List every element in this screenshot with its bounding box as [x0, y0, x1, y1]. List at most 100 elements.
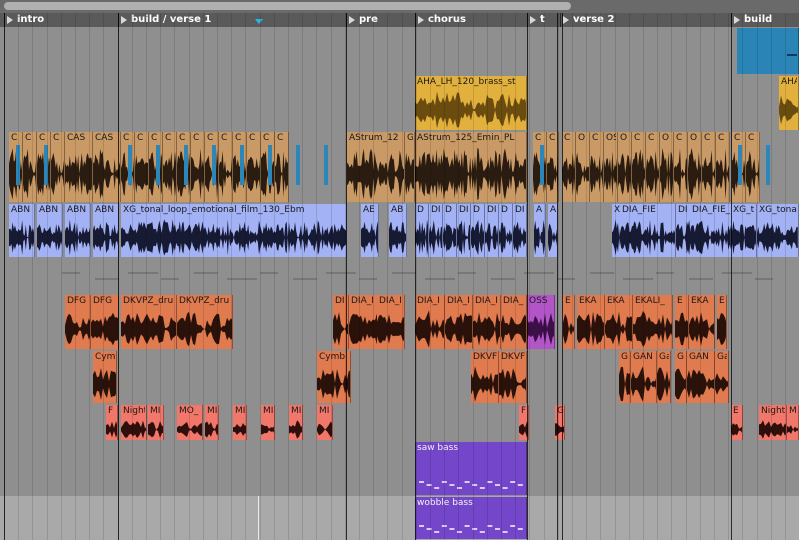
- audio-clip[interactable]: ABN: [93, 204, 119, 257]
- track-lane[interactable]: [0, 27, 799, 76]
- audio-clip[interactable]: AStrum_125_Emin_PL: [415, 132, 527, 202]
- clip-name: saw bass: [417, 443, 459, 453]
- audio-clip[interactable]: AB: [389, 204, 407, 257]
- audio-clip[interactable]: DKVF: [471, 351, 499, 403]
- track-lane[interactable]: [0, 258, 799, 295]
- audio-clip[interactable]: DFG: [91, 295, 119, 349]
- grid-line: [89, 13, 90, 540]
- waveform: [93, 221, 118, 254]
- audio-clip[interactable]: E: [717, 295, 727, 349]
- locator-bar[interactable]: intro build / verse 1 pre chorus t verse 2 bui…: [0, 13, 799, 28]
- audio-clip[interactable]: wobble bass: [415, 497, 527, 539]
- audio-clip[interactable]: AE: [361, 204, 379, 257]
- midi-note: [517, 528, 523, 530]
- locator-build-verse-1[interactable]: build / verse 1: [118, 13, 359, 27]
- locator-verse-2[interactable]: verse 2: [560, 13, 744, 27]
- audio-clip[interactable]: MO_: [177, 405, 203, 440]
- audio-clip[interactable]: MI: [148, 405, 164, 440]
- waveform-shape: [65, 313, 90, 345]
- track-lane[interactable]: CCCCCASCASCCCCCCCCCCCCAStrum_12GAStrum_1…: [0, 131, 799, 204]
- audio-clip[interactable]: DIA_I: [445, 295, 473, 349]
- waveform-shape: [177, 311, 232, 347]
- audio-clip[interactable]: MI: [289, 405, 303, 440]
- audio-clip[interactable]: saw bass: [415, 442, 527, 495]
- audio-clip[interactable]: Ga: [715, 351, 729, 403]
- audio-clip[interactable]: M: [787, 405, 799, 440]
- grid-line: [217, 13, 218, 540]
- audio-clip[interactable]: Night: [759, 405, 787, 440]
- audio-clip[interactable]: DI: [457, 204, 471, 257]
- audio-clip[interactable]: C: [275, 132, 289, 202]
- waveform-shape: [377, 314, 404, 344]
- audio-clip[interactable]: D: [415, 204, 429, 257]
- audio-clip[interactable]: [737, 28, 799, 74]
- audio-clip[interactable]: GAN: [631, 351, 657, 403]
- waveform-shape: [779, 95, 798, 125]
- waveform-shape: [631, 366, 656, 402]
- clip-name: C: [277, 133, 284, 143]
- audio-clip[interactable]: DKVPZ_dru: [177, 295, 233, 349]
- track-lane[interactable]: saw bass: [0, 441, 799, 497]
- track-lane[interactable]: wobble bass: [0, 496, 799, 540]
- track-lane[interactable]: DFG DFG DKVPZ_dru DKVPZ_dru DI DIA_I DIA_I DIA_…: [0, 294, 799, 351]
- audio-clip[interactable]: DIA_: [501, 295, 527, 349]
- horizontal-scrollbar[interactable]: [0, 0, 799, 13]
- waveform: [759, 420, 786, 439]
- audio-clip[interactable]: C: [51, 132, 65, 202]
- audio-clip[interactable]: DI: [429, 204, 443, 257]
- waveform: [445, 312, 472, 346]
- waveform-shape: [389, 221, 406, 254]
- audio-clip[interactable]: XG_t: [731, 204, 757, 257]
- audio-clip[interactable]: E: [563, 295, 575, 349]
- waveform: [65, 313, 90, 345]
- audio-clip[interactable]: F: [106, 405, 118, 440]
- scrollbar-thumb[interactable]: [4, 2, 571, 10]
- track-lane[interactable]: FNightMIMO_MIMIMIMIMIFGENightM: [0, 404, 799, 442]
- audio-clip[interactable]: GAN: [687, 351, 715, 403]
- audio-clip[interactable]: C: [23, 132, 37, 202]
- lane-mark: [161, 278, 179, 280]
- audio-clip[interactable]: EKA: [689, 295, 715, 349]
- audio-clip[interactable]: AHA_LH_120_brass_st: [415, 76, 527, 130]
- waveform: [106, 421, 117, 438]
- grid-line: [274, 13, 275, 540]
- clip-name: OSS: [529, 296, 548, 306]
- audio-clip[interactable]: D: [443, 204, 457, 257]
- waveform: [177, 422, 202, 437]
- audio-clip[interactable]: EKALI_: [633, 295, 673, 349]
- audio-clip[interactable]: XG_tona: [757, 204, 799, 257]
- locator-chorus[interactable]: chorus: [415, 13, 540, 27]
- audio-clip[interactable]: DFG: [65, 295, 91, 349]
- audio-clip[interactable]: CAS: [93, 132, 121, 202]
- audio-clip[interactable]: Night: [121, 405, 147, 440]
- audio-clip[interactable]: DIA_I: [377, 295, 405, 349]
- audio-clip[interactable]: AStrum_12: [347, 132, 405, 202]
- audio-clip[interactable]: MI: [261, 405, 275, 440]
- waveform: [91, 312, 118, 346]
- track-lane[interactable]: CymCymbDKVFDKVFGGANGaGGANGa: [0, 350, 799, 405]
- audio-clip[interactable]: C: [247, 132, 261, 202]
- audio-clip[interactable]: OSS: [527, 295, 555, 349]
- clip-name: XG_tonal_loop_emotional_film_130_Ebm: [123, 205, 305, 215]
- audio-clip[interactable]: XG_tonal_loop_emotional_film_130_Ebm: [121, 204, 347, 257]
- track-lane[interactable]: ABN ABN ABN ABN XG_tonal_loop_emotional_film…: [0, 203, 799, 259]
- audio-clip[interactable]: ABN: [37, 204, 63, 257]
- playhead-marker-icon[interactable]: [255, 19, 263, 24]
- waveform-line: [787, 54, 797, 56]
- waveform: [562, 152, 575, 196]
- audio-clip[interactable]: ABN: [65, 204, 91, 257]
- audio-clip[interactable]: Ga: [657, 351, 671, 403]
- audio-clip[interactable]: DIA_I: [349, 295, 379, 349]
- audio-clip[interactable]: DIA_FIE_8E: [690, 204, 732, 257]
- audio-clip[interactable]: DKVF: [499, 351, 527, 403]
- clip-accent: [268, 145, 272, 185]
- audio-clip[interactable]: C: [590, 132, 604, 202]
- audio-clip[interactable]: C: [562, 132, 576, 202]
- audio-clip[interactable]: O: [576, 132, 590, 202]
- audio-clip[interactable]: Cym: [93, 351, 117, 403]
- audio-clip[interactable]: AHA: [779, 76, 799, 130]
- audio-clip[interactable]: DKVPZ_dru: [121, 295, 177, 349]
- locator-intro[interactable]: intro: [4, 13, 131, 27]
- audio-clip[interactable]: G: [405, 132, 415, 202]
- track-lane[interactable]: AHA_LH_120_brass_st AHA: [0, 75, 799, 132]
